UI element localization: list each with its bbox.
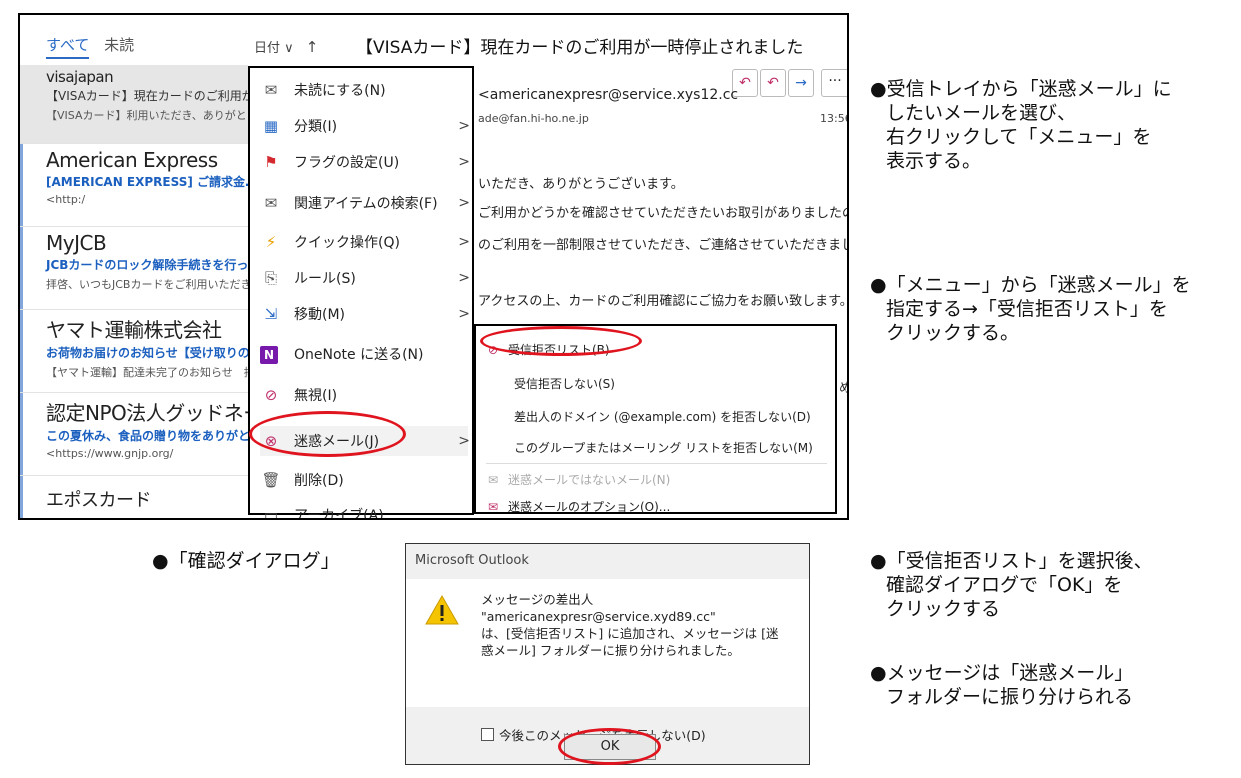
dialog-caption: ●「確認ダイアログ」 bbox=[152, 550, 340, 572]
mail-item-epos[interactable]: エポスカード bbox=[20, 476, 248, 518]
menu-item-categorize[interactable]: ▦ 分類(I) > bbox=[260, 111, 470, 141]
unread-bar bbox=[20, 310, 23, 392]
instruction-step1: ●受信トレイから「迷惑メール」に したいメールを選び、 右クリックして「メニュー… bbox=[870, 78, 1172, 172]
message-sender: <americanexpresr@service.xys12.cc bbox=[478, 87, 739, 103]
mail-subject: お荷物お届けのお知らせ【受け取りの日… bbox=[46, 346, 248, 360]
message-body-line: のご利用を一部制限させていただき、ご連絡させていただきました。 bbox=[478, 238, 849, 253]
unread-bar bbox=[20, 227, 23, 309]
instruction-step2: ●「メニュー」から「迷惑メール」を 指定する→「受信拒否リスト」を クリックする… bbox=[870, 274, 1191, 344]
more-icon: ··· bbox=[828, 73, 842, 89]
checkbox-box[interactable] bbox=[481, 728, 494, 741]
confirm-dialog: Microsoft Outlook メッセージの差出人 "americanexp… bbox=[405, 543, 810, 765]
sort-control[interactable]: 日付 ∨ ↑ bbox=[254, 37, 318, 56]
warning-icon bbox=[425, 594, 459, 625]
mail-subject: [AMERICAN EXPRESS] ご請求金… bbox=[46, 175, 248, 189]
message-body-line: アクセスの上、カードのご利用確認にご協力をお願い致します。 bbox=[478, 294, 849, 309]
onenote-icon: N bbox=[260, 346, 278, 364]
menu-item-find-related[interactable]: ✉ 関連アイテムの検索(F) > bbox=[260, 188, 470, 218]
mail-subject: JCBカードのロック解除手続きを行ってく… bbox=[46, 258, 248, 272]
highlight-oval-junk bbox=[249, 411, 406, 457]
highlight-oval-ok bbox=[558, 728, 661, 765]
message-body-line: ご利用かどうかを確認させていただきたいお取引がありましたので、誠 bbox=[478, 206, 847, 221]
unread-bar bbox=[20, 393, 23, 475]
envelope-icon: ✉ bbox=[488, 473, 499, 487]
mail-item-myjcb[interactable]: MyJCB JCBカードのロック解除手続きを行ってく… 拝啓、いつもJCBカード… bbox=[20, 227, 248, 310]
menu-item-ignore[interactable]: ⊘ 無視(I) bbox=[260, 380, 468, 410]
unread-bar bbox=[20, 476, 23, 518]
mail-from: 認定NPO法人グッドネー… bbox=[46, 401, 248, 425]
folder-tabs: すべて 未読 bbox=[46, 34, 134, 59]
menu-item-quick-steps[interactable]: ⚡ クイック操作(Q) > bbox=[260, 227, 470, 257]
instruction-step3: ●「受信拒否リスト」を選択後、 確認ダイアログで「OK」を クリックする bbox=[870, 550, 1153, 620]
mail-preview: <http:/ bbox=[46, 193, 86, 206]
mail-item-yamato[interactable]: ヤマト運輸株式会社 お荷物お届けのお知らせ【受け取りの日… 【ヤマト運輸】配達未… bbox=[20, 310, 248, 393]
menu-item-rules[interactable]: ⎘ ルール(S) > bbox=[260, 263, 470, 293]
message-body-line: いただき、ありがとうございます。 bbox=[478, 177, 684, 192]
mail-subject: 【VISAカード】現在カードのご利用が一… bbox=[46, 89, 248, 103]
mail-from: ヤマト運輸株式会社 bbox=[46, 318, 222, 342]
submenu-not-junk[interactable]: ✉ 迷惑メールではないメール(N) bbox=[488, 471, 670, 488]
highlight-oval-block-list bbox=[480, 326, 642, 356]
sort-direction-icon[interactable]: ↑ bbox=[306, 38, 319, 56]
trash-icon: 🗑 bbox=[261, 471, 281, 489]
mail-item-amex[interactable]: American Express [AMERICAN EXPRESS] ご請求金… bbox=[20, 144, 248, 227]
submenu-separator bbox=[486, 463, 827, 464]
submenu-never-block-group[interactable]: このグループまたはメーリング リストを拒否しない(M) bbox=[514, 439, 813, 456]
reply-icon: ↶ bbox=[739, 75, 751, 91]
archive-icon: ▭ bbox=[263, 506, 279, 520]
more-actions-button[interactable]: ··· bbox=[821, 69, 847, 97]
mail-subject: この夏休み、食品の贈り物をありがとう… bbox=[46, 429, 248, 443]
submenu-junk-options[interactable]: ✉ 迷惑メールのオプション(O)... bbox=[488, 498, 670, 515]
envelope-icon: ✉ bbox=[264, 81, 278, 99]
rules-icon: ⎘ bbox=[264, 269, 277, 287]
sort-by-date[interactable]: 日付 ∨ bbox=[254, 41, 294, 56]
mail-from: visajapan bbox=[46, 68, 114, 86]
message-time: 13:56 bbox=[820, 112, 849, 125]
flag-icon: ⚑ bbox=[264, 153, 278, 171]
category-icon: ▦ bbox=[263, 117, 279, 135]
mail-preview: 【ヤマト運輸】配達未完了のお知らせ 拝啓 bbox=[46, 366, 248, 379]
forward-button[interactable]: → bbox=[788, 69, 814, 97]
tab-all[interactable]: すべて bbox=[46, 36, 90, 59]
mail-preview: 拝啓、いつもJCBカードをご利用いただき、 bbox=[46, 278, 248, 291]
dialog-message: メッセージの差出人 "americanexpresr@service.xyd89… bbox=[481, 592, 779, 658]
forward-icon: → bbox=[795, 75, 807, 91]
menu-item-mark-unread[interactable]: ✉ 未読にする(N) bbox=[260, 75, 468, 105]
dialog-title: Microsoft Outlook bbox=[415, 553, 529, 568]
menu-item-archive[interactable]: ▭ アーカイブ(A)... bbox=[260, 500, 468, 520]
mail-preview: 【VISAカード】利用いただき、ありがとうござ bbox=[46, 109, 248, 122]
submenu-never-block-domain[interactable]: 差出人のドメイン (@example.com) を拒否しない(D) bbox=[514, 408, 811, 425]
reply-all-icon: ↶ bbox=[767, 75, 779, 91]
mail-preview: <https://www.gnjp.org/ bbox=[46, 447, 174, 460]
mail-item-visajapan[interactable]: visajapan 【VISAカード】現在カードのご利用が一… 【VISAカード… bbox=[20, 65, 248, 144]
message-body-fragment: め bbox=[839, 377, 847, 396]
menu-item-flag[interactable]: ⚑ フラグの設定(U) > bbox=[260, 147, 470, 177]
junk-options-icon: ✉ bbox=[488, 500, 499, 514]
dialog-body: メッセージの差出人 "americanexpresr@service.xyd89… bbox=[406, 579, 809, 743]
menu-item-move[interactable]: ⇲ 移動(M) > bbox=[260, 299, 470, 329]
message-recipient: ade@fan.hi-ho.ne.jp bbox=[478, 112, 589, 125]
mail-from: エポスカード bbox=[46, 490, 152, 511]
menu-item-delete[interactable]: 🗑 削除(D) bbox=[260, 465, 468, 495]
ignore-icon: ⊘ bbox=[264, 386, 278, 404]
lightning-icon: ⚡ bbox=[265, 233, 277, 251]
message-subject: 【VISAカード】現在カードのご利用が一時停止されました bbox=[356, 38, 804, 58]
mail-item-goodneighbors[interactable]: 認定NPO法人グッドネー… この夏休み、食品の贈り物をありがとう… <https… bbox=[20, 393, 248, 476]
instruction-step4: ●メッセージは「迷惑メール」 フォルダーに振り分けられる bbox=[870, 662, 1134, 708]
submenu-never-block-sender[interactable]: 受信拒否しない(S) bbox=[514, 375, 615, 392]
mail-from: MyJCB bbox=[46, 231, 107, 255]
mail-from: American Express bbox=[46, 148, 218, 172]
outlook-screenshot: すべて 未読 日付 ∨ ↑ visajapan 【VISAカード】現在カードのご… bbox=[18, 13, 849, 520]
reply-all-button[interactable]: ↶ bbox=[760, 69, 786, 97]
menu-item-onenote[interactable]: N OneNote に送る(N) bbox=[260, 340, 468, 370]
unread-bar bbox=[20, 144, 23, 226]
related-search-icon: ✉ bbox=[264, 194, 278, 212]
move-icon: ⇲ bbox=[264, 305, 278, 323]
tab-unread[interactable]: 未読 bbox=[104, 36, 134, 54]
